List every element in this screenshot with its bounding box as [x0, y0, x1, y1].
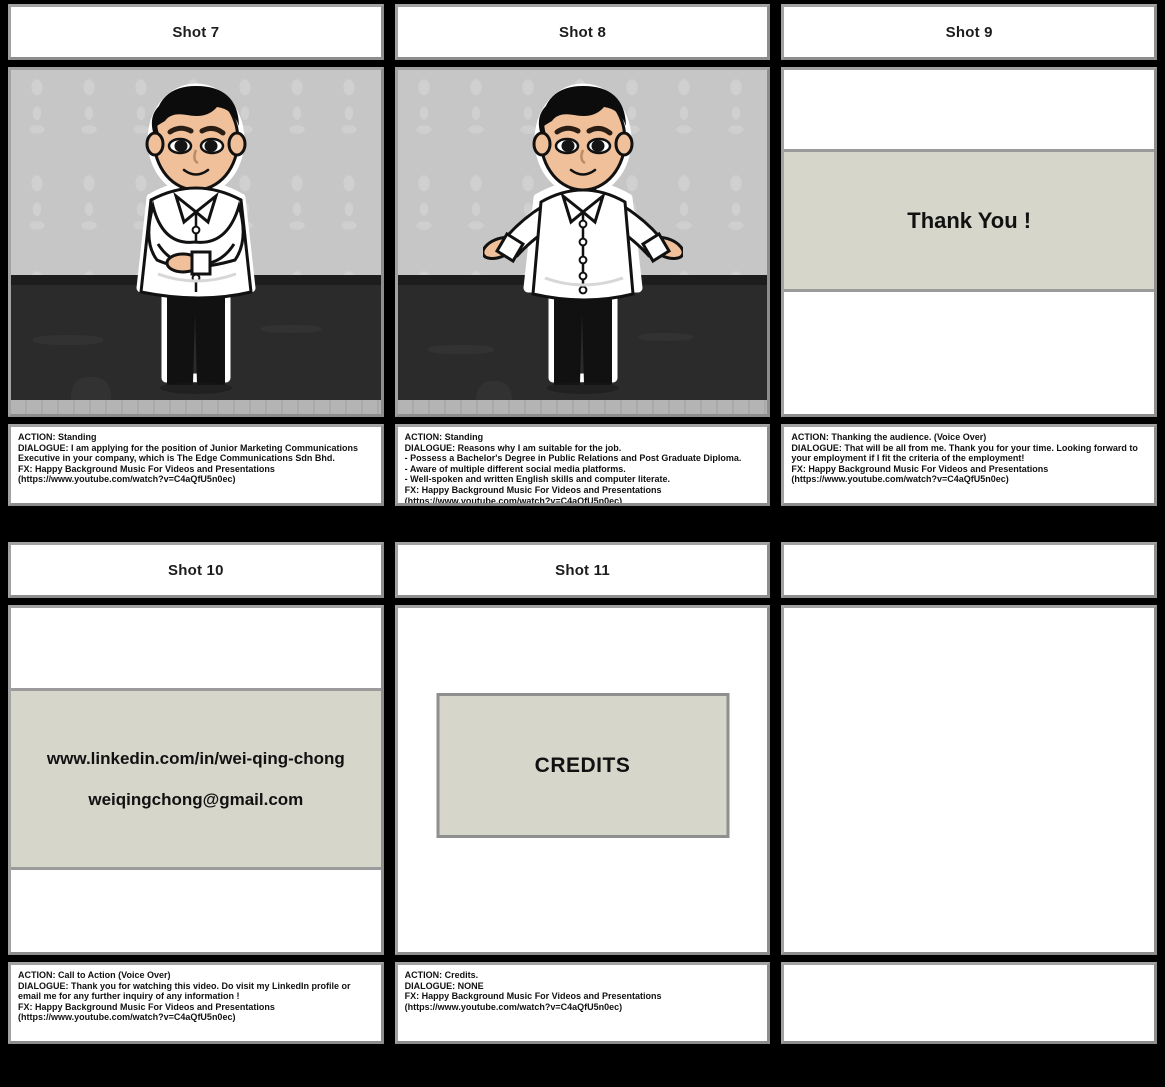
- thank-you-band: Thank You !: [784, 149, 1155, 292]
- caption-line: ACTION: Thanking the audience. (Voice Ov…: [791, 432, 987, 442]
- credits-box: CREDITS: [436, 693, 729, 838]
- character-arms-crossed: [96, 78, 296, 408]
- slide-scene-empty: [784, 608, 1155, 952]
- credits-text: CREDITS: [534, 753, 631, 777]
- caption-line: DIALOGUE: Thank you for watching this vi…: [18, 980, 351, 1002]
- row-2-scene-strip: www.linkedin.com/in/wei-qing-chong weiqi…: [8, 605, 1158, 955]
- caption-line: ACTION: Standing: [404, 432, 484, 442]
- caption-line: (https://www.youtube.com/watch?v=C4aQfU5…: [404, 495, 623, 506]
- shot-header-cell-shot10[interactable]: Shot 10: [8, 542, 384, 598]
- caption-cell-shot9[interactable]: ACTION: Thanking the audience. (Voice Ov…: [781, 424, 1158, 506]
- storyboard-row-2: Shot 10 Shot 11 www.linkedin.com/in/wei-…: [8, 542, 1158, 1044]
- row-1-header-strip: Shot 7 Shot 8 Shot 9: [8, 4, 1158, 60]
- header-scene-divider: [8, 60, 1157, 67]
- caption-line: FX: Happy Background Music For Videos an…: [791, 463, 1049, 474]
- caption-line: FX: Happy Background Music For Videos an…: [18, 1001, 275, 1012]
- caption-line: DIALOGUE: Reasons why I am suitable for …: [404, 442, 622, 453]
- caption-line: DIALOGUE: I am applying for the position…: [18, 442, 359, 464]
- thank-you-text: Thank You !: [907, 207, 1032, 233]
- caption-line: (https://www.youtube.com/watch?v=C4aQfU5…: [404, 1001, 623, 1012]
- shot-header-cell-empty[interactable]: [781, 542, 1158, 598]
- shot-header-cell-shot8[interactable]: Shot 8: [394, 4, 771, 60]
- caption-cell-shot8[interactable]: ACTION: Standing DIALOGUE: Reasons why I…: [394, 424, 771, 506]
- email-address: weiqingchong@gmail.com: [88, 790, 304, 809]
- shot-title-shot9: Shot 9: [945, 23, 993, 41]
- slide-scene-contact: www.linkedin.com/in/wei-qing-chong weiqi…: [11, 608, 381, 952]
- shot-title-shot10: Shot 10: [168, 561, 224, 579]
- row-2-header-strip: Shot 10 Shot 11: [8, 542, 1158, 598]
- caption-line: (https://www.youtube.com/watch?v=C4aQfU5…: [791, 474, 1009, 485]
- caption-line: FX: Happy Background Music For Videos an…: [18, 463, 275, 474]
- caption-line: FX: Happy Background Music For Videos an…: [404, 991, 662, 1002]
- shot-header-cell-shot11[interactable]: Shot 11: [394, 542, 771, 598]
- caption-line: FX: Happy Background Music For Videos an…: [404, 485, 662, 496]
- caption-line: ACTION: Credits.: [404, 970, 479, 980]
- header-scene-divider: [8, 598, 1157, 605]
- scene-cell-shot8[interactable]: [394, 67, 771, 417]
- scene-cell-empty[interactable]: [781, 605, 1158, 955]
- linkedin-url: www.linkedin.com/in/wei-qing-chong: [46, 748, 345, 768]
- caption-cell-shot11[interactable]: ACTION: Credits. DIALOGUE: NONE FX: Happ…: [394, 962, 771, 1044]
- shot-header-cell-shot7[interactable]: Shot 7: [8, 4, 384, 60]
- classroom-scene-shot7: [11, 70, 381, 414]
- contact-band: www.linkedin.com/in/wei-qing-chong weiqi…: [11, 688, 381, 870]
- character-arms-open: [482, 78, 683, 408]
- contact-stack: www.linkedin.com/in/wei-qing-chong weiqi…: [11, 748, 381, 811]
- caption-cell-shot7[interactable]: ACTION: Standing DIALOGUE: I am applying…: [8, 424, 384, 506]
- row-1-scene-strip: Thank You !: [8, 67, 1158, 417]
- scene-cell-shot7[interactable]: [8, 67, 384, 417]
- scene-caption-divider: [8, 955, 1157, 962]
- shot-title-shot11: Shot 11: [555, 561, 610, 579]
- caption-cell-shot10[interactable]: ACTION: Call to Action (Voice Over) DIAL…: [8, 962, 384, 1044]
- caption-line: - Possess a Bachelor's Degree in Public …: [404, 453, 742, 464]
- caption-line: ACTION: Call to Action (Voice Over): [18, 970, 171, 980]
- caption-line: - Aware of multiple different social med…: [404, 463, 626, 474]
- row-1-caption-strip: ACTION: Standing DIALOGUE: I am applying…: [8, 424, 1158, 506]
- classroom-scene-shot8: [397, 70, 768, 414]
- scene-cell-shot11[interactable]: CREDITS: [394, 605, 771, 955]
- caption-line: ACTION: Standing: [18, 432, 97, 442]
- row-2-caption-strip: ACTION: Call to Action (Voice Over) DIAL…: [8, 962, 1158, 1044]
- storyboard-grid: Shot 7 Shot 8 Shot 9 Thank You ! ACTION:…: [0, 0, 1165, 1087]
- slide-scene-thank-you: Thank You !: [784, 70, 1155, 414]
- shot-header-cell-shot9[interactable]: Shot 9: [781, 4, 1158, 60]
- shot-title-shot7: Shot 7: [172, 23, 220, 41]
- scene-cell-shot9[interactable]: Thank You !: [781, 67, 1158, 417]
- caption-line: - Well-spoken and written English skills…: [404, 474, 671, 485]
- scene-cell-shot10[interactable]: www.linkedin.com/in/wei-qing-chong weiqi…: [8, 605, 384, 955]
- slide-scene-credits: CREDITS: [397, 608, 768, 952]
- storyboard-row-1: Shot 7 Shot 8 Shot 9 Thank You ! ACTION:…: [8, 4, 1158, 506]
- caption-cell-empty[interactable]: [781, 962, 1158, 1044]
- caption-line: (https://www.youtube.com/watch?v=C4aQfU5…: [18, 474, 236, 485]
- caption-line: DIALOGUE: That will be all from me. Than…: [791, 442, 1138, 464]
- caption-line: (https://www.youtube.com/watch?v=C4aQfU5…: [18, 1012, 236, 1023]
- scene-caption-divider: [8, 417, 1157, 424]
- shot-title-shot8: Shot 8: [558, 23, 607, 41]
- contact-spacer: [11, 769, 381, 789]
- row-divider: [8, 506, 1157, 542]
- caption-line: DIALOGUE: NONE: [404, 980, 484, 991]
